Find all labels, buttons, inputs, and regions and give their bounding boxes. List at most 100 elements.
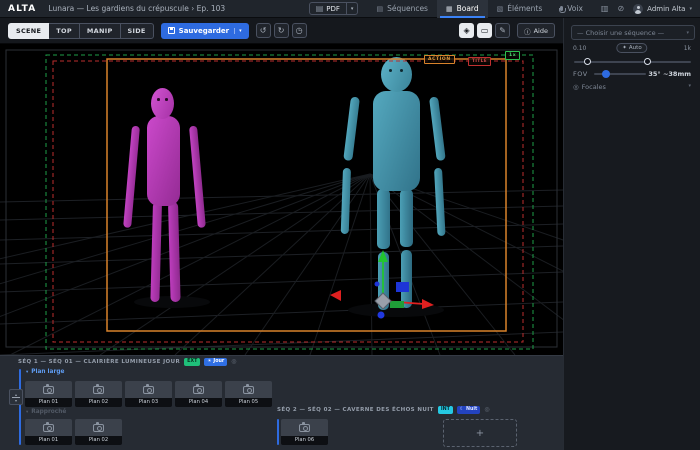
elements-icon: ▧ <box>497 5 504 13</box>
user-name: Admin Alta <box>647 5 685 13</box>
shot-card[interactable]: Plan 01 <box>25 419 72 445</box>
gizmo-center-handle <box>375 293 391 309</box>
undo-button[interactable]: ↺ <box>256 23 271 38</box>
fov-slider-handle[interactable] <box>602 70 610 78</box>
tag-icon: ◈ <box>464 26 470 35</box>
gizmo-z-handle <box>378 312 385 319</box>
seq1-ext-badge: EXT <box>184 358 200 366</box>
seq1-info-icon[interactable]: ◎ <box>231 359 236 365</box>
shot-card[interactable]: Plan 02 <box>75 381 122 407</box>
seq1-accent-line <box>19 369 21 445</box>
frame-icon: ▭ <box>481 26 489 35</box>
camera-icon <box>193 386 204 394</box>
save-icon <box>168 27 175 34</box>
plus-icon: + <box>476 428 484 439</box>
document-icon: ▤ <box>316 5 324 13</box>
title-safe-label: TITLE <box>468 57 491 66</box>
gizmo-y-arrow <box>378 250 388 262</box>
shot-card[interactable]: Plan 03 <box>125 381 172 407</box>
shot-card[interactable]: Plan 01 <box>25 381 72 407</box>
tab-elements[interactable]: ▧ Éléments <box>488 0 552 18</box>
orange-camera-frame <box>107 59 506 331</box>
action-safe-label: ACTION <box>424 55 455 64</box>
microphone-icon <box>560 6 563 11</box>
shot-card-selected[interactable]: Plan 06 <box>281 419 328 445</box>
user-menu-caret: ▾ <box>689 6 692 12</box>
pdf-dropdown-caret[interactable]: ▾ <box>346 3 358 14</box>
camera-frames-overlay <box>0 44 563 355</box>
range-slider-track[interactable] <box>574 61 691 63</box>
view-button-side[interactable]: SIDE <box>120 23 154 39</box>
history-group: ↺ ↻ ◷ <box>256 23 307 38</box>
undo-icon: ↺ <box>260 26 267 35</box>
seq1-time-badge: ☀Jour <box>204 358 227 366</box>
camera-icon <box>243 386 254 394</box>
viewport-inset-border <box>6 50 557 347</box>
caret-down-icon: ▾ <box>15 399 17 402</box>
seq2-int-badge: INT <box>438 406 453 414</box>
shot-card[interactable]: Plan 05 <box>225 381 272 407</box>
camera-icon <box>43 386 54 394</box>
seq2-info-icon[interactable]: ◎ <box>484 407 489 413</box>
view-button-scene[interactable]: SCENE <box>8 23 49 39</box>
help-button[interactable]: ⓘ Aide <box>517 23 555 38</box>
translate-gizmo[interactable] <box>330 250 434 319</box>
spark-icon: ✦ <box>622 45 627 51</box>
group-plan-large[interactable]: ▾ Plan large <box>26 369 64 375</box>
app-logo: ALTA <box>8 4 36 14</box>
fov-value: 35° ~38mm <box>648 70 691 78</box>
gizmo-x-negative-arrow <box>330 290 341 301</box>
info-icon: ⓘ <box>524 26 531 36</box>
caret-down-icon: ▾ <box>26 370 28 375</box>
auto-range-button[interactable]: ✦ Auto <box>616 43 647 53</box>
tab-voice[interactable]: Voix <box>551 0 592 18</box>
app-window: ALTA Lunara — Les gardiens du crépuscule… <box>0 0 700 450</box>
annotation-tools: ◈ ▭ ✎ <box>459 23 510 38</box>
view-button-top[interactable]: TOP <box>48 23 80 39</box>
save-dropdown-caret[interactable]: ▾ <box>234 28 242 34</box>
board-resize-handle[interactable]: ▴▾ <box>9 389 23 405</box>
top-bar: ALTA Lunara — Les gardiens du crépuscule… <box>0 0 700 18</box>
tab-sequences[interactable]: ▤ Séquences <box>367 0 437 18</box>
pencil-tool-button[interactable]: ✎ <box>495 23 510 38</box>
sequence-select[interactable]: — Choisir une séquence — ▾ <box>571 25 695 40</box>
history-button[interactable]: ◷ <box>292 23 307 38</box>
viewport-toolbar: SCENE TOP MANIP SIDE Sauvegarder ▾ ↺ ↻ ◷… <box>0 18 563 44</box>
range-max-label: 1k <box>684 45 691 52</box>
save-button[interactable]: Sauvegarder ▾ <box>161 23 249 39</box>
pencil-icon: ✎ <box>499 26 506 35</box>
range-min-label: 0.10 <box>573 45 586 52</box>
scene-viewport[interactable]: ACTION TITLE 1x <box>0 44 563 355</box>
seq2-title: SÉQ 2 — SÉQ 02 — CAVERNE DES ÉCHOS NUIT <box>277 407 434 413</box>
seq1-title: SÉQ 1 — SÉQ 01 — CLAIRIÈRE LUMINEUSE JOU… <box>18 359 180 365</box>
tab-board[interactable]: ▦ Board <box>437 0 488 18</box>
zoom-level-badge: 1x <box>505 51 520 60</box>
caret-up-icon: ▴ <box>15 393 17 396</box>
add-shot-button[interactable]: + <box>443 419 517 447</box>
offline-status-icon: ⊘ <box>617 5 624 13</box>
range-handle-max[interactable] <box>644 58 651 65</box>
seq2-time-badge: ☾Nuit <box>457 406 480 414</box>
user-menu[interactable]: Admin Alta ▾ <box>633 4 692 14</box>
tag-tool-button[interactable]: ◈ <box>459 23 474 38</box>
range-handle-min[interactable] <box>584 58 591 65</box>
sun-icon: ☀ <box>207 358 211 366</box>
seq1-header[interactable]: SÉQ 1 — SÉQ 01 — CLAIRIÈRE LUMINEUSE JOU… <box>18 358 237 366</box>
shot-card[interactable]: Plan 02 <box>75 419 122 445</box>
camera-icon <box>93 424 104 432</box>
seq2-header[interactable]: SÉQ 2 — SÉQ 02 — CAVERNE DES ÉCHOS NUIT … <box>277 406 490 414</box>
view-button-manip[interactable]: MANIP <box>79 23 121 39</box>
group-rapproche[interactable]: ▾ Rapproché <box>26 409 66 415</box>
chevron-down-icon: ▾ <box>686 30 689 36</box>
gizmo-plane-xy <box>396 282 409 292</box>
redo-button[interactable]: ↻ <box>274 23 289 38</box>
pdf-export-button[interactable]: ▤PDF ▾ <box>309 2 359 15</box>
focales-section-header[interactable]: ◎ Focales <box>573 83 606 91</box>
focales-chevron-icon: ▾ <box>688 83 691 89</box>
moon-icon: ☾ <box>460 406 464 414</box>
frame-tool-button[interactable]: ▭ <box>477 23 492 38</box>
shot-card[interactable]: Plan 04 <box>175 381 222 407</box>
notes-icon[interactable]: ▥ <box>601 5 609 13</box>
fov-label: FOV <box>573 70 588 78</box>
camera-icon <box>299 424 310 432</box>
